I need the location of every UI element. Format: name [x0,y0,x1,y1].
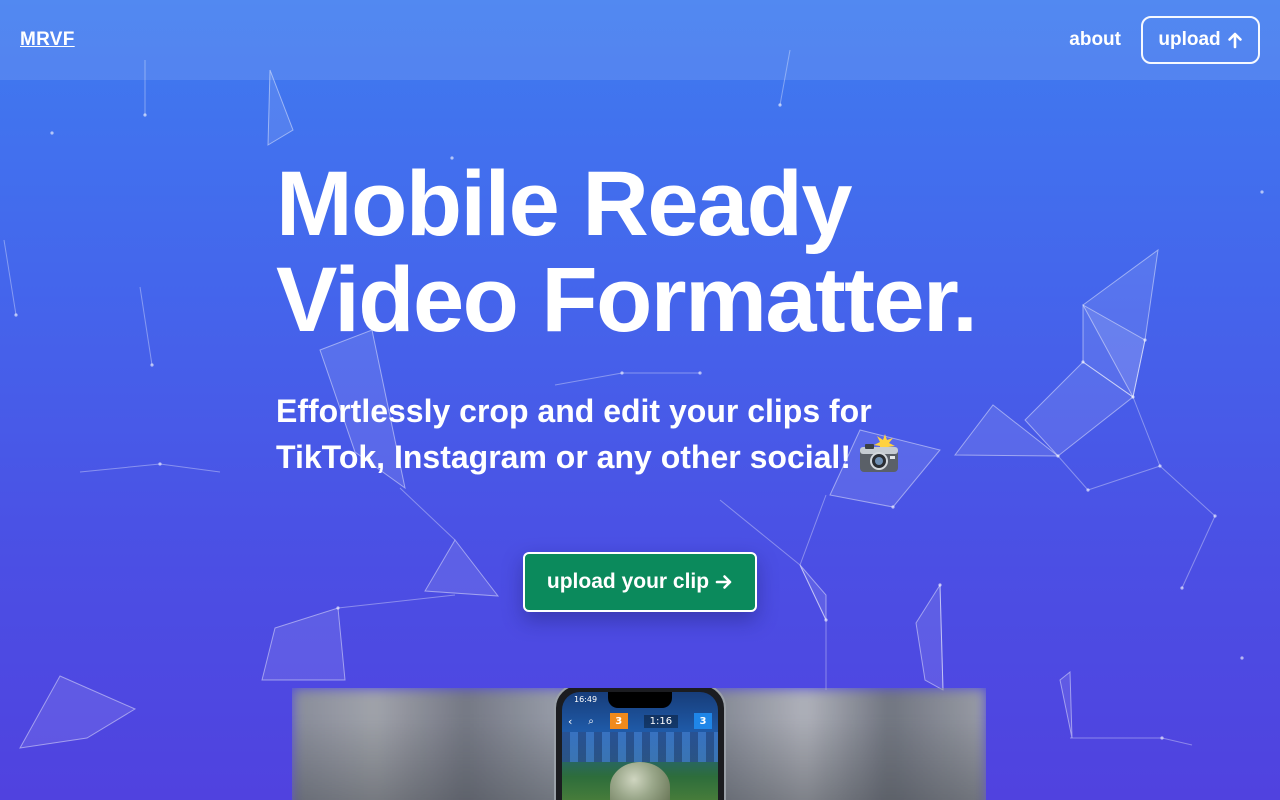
upload-clip-label: upload your clip [546,570,710,593]
game-car [610,762,670,800]
arrow-right-icon [715,575,732,589]
chevron-left-icon: ‹ [568,714,573,728]
game-timer: 1:16 [643,714,679,728]
about-link[interactable]: about [1069,29,1121,51]
preview-video: 16:49 ‹ ⌕ 3 1:16 3 [292,688,986,800]
phone-mockup: 16:49 ‹ ⌕ 3 1:16 3 [554,688,726,800]
upload-clip-button[interactable]: upload your clip [523,552,757,612]
nav-links: about upload [1069,16,1260,64]
arrow-up-icon [1227,32,1242,49]
hero-title-line-2: Video Formatter. [276,249,978,351]
camera-with-flash-icon [859,434,898,472]
hero-title-line-1: Mobile Ready [276,153,853,255]
navbar: MRVF about upload [0,0,1280,80]
score-blue: 3 [693,713,712,729]
game-hud: ‹ ⌕ 3 1:16 3 [568,712,712,730]
game-stands [562,732,718,762]
upload-button[interactable]: upload [1141,16,1260,64]
logo-link[interactable]: MRVF [20,29,75,51]
phone-time: 16:49 [574,695,598,704]
subtitle-line-2-wrap: TikTok, Instagram or any other social! [276,432,976,478]
search-icon: ⌕ [588,715,594,727]
hero-subtitle: Effortlessly crop and edit your clips fo… [276,391,976,478]
upload-button-label: upload [1158,29,1221,50]
subtitle-line-2: TikTok, Instagram or any other social! [276,439,851,475]
phone-screen: 16:49 ‹ ⌕ 3 1:16 3 [562,692,718,800]
phone-notch [608,692,672,708]
hero-title: Mobile Ready Video Formatter. [276,156,1176,348]
subtitle-line-1: Effortlessly crop and edit your clips fo… [276,393,872,429]
score-orange: 3 [609,713,628,729]
